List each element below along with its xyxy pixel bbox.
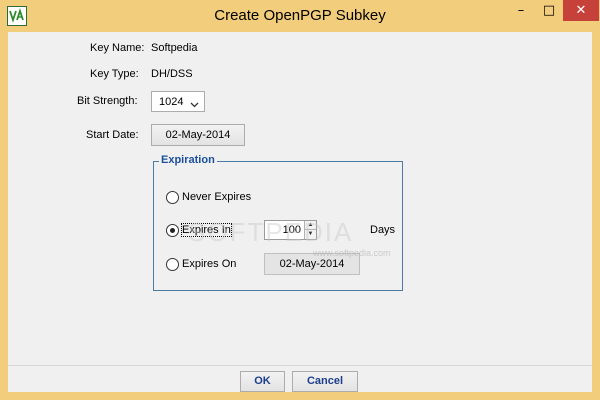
button-divider: [8, 365, 592, 366]
chevron-down-icon: [190, 99, 199, 111]
dialog-body: Key Name: Softpedia Key Type: DH/DSS Bit…: [8, 32, 592, 392]
never-expires-radio[interactable]: [166, 191, 179, 204]
start-date-label: Start Date:: [86, 129, 139, 141]
key-name-value: Softpedia: [151, 42, 198, 54]
title-bar[interactable]: Create OpenPGP Subkey – □ ✕: [0, 0, 600, 32]
close-button[interactable]: ✕: [563, 0, 599, 21]
days-label: Days: [370, 224, 396, 236]
watermark-url: www.softpedia.com: [313, 248, 391, 258]
bit-strength-select[interactable]: 1024: [151, 91, 205, 112]
key-name-label: Key Name:: [90, 42, 145, 54]
expires-on-label[interactable]: Expires On: [182, 258, 236, 270]
bit-strength-value: 1024: [159, 96, 184, 108]
ok-button[interactable]: OK: [240, 371, 285, 392]
key-type-value: DH/DSS: [151, 68, 193, 80]
expires-on-radio[interactable]: [166, 258, 179, 271]
key-type-label: Key Type:: [90, 68, 139, 80]
cancel-button[interactable]: Cancel: [292, 371, 358, 392]
maximize-button[interactable]: □: [536, 0, 562, 21]
expiration-legend: Expiration: [159, 154, 217, 166]
bit-strength-label: Bit Strength:: [77, 95, 138, 107]
start-date-button[interactable]: 02-May-2014: [151, 124, 245, 146]
expires-in-radio[interactable]: [166, 224, 179, 237]
dialog-window: Create OpenPGP Subkey – □ ✕ Key Name: So…: [0, 0, 600, 400]
watermark-text: SOFTPEDIA: [188, 217, 354, 247]
minimize-button[interactable]: –: [508, 0, 534, 21]
never-expires-label[interactable]: Never Expires: [182, 191, 251, 203]
